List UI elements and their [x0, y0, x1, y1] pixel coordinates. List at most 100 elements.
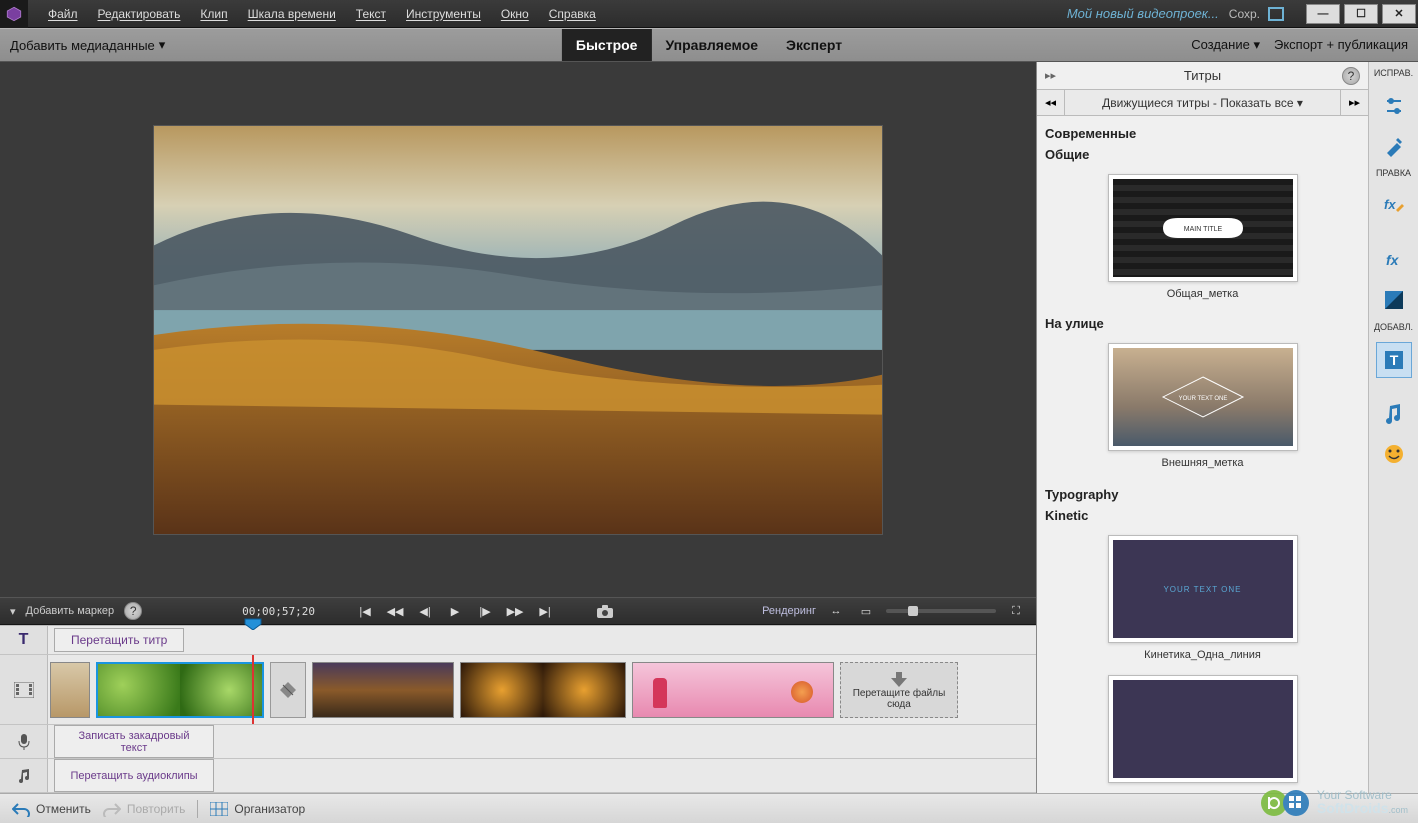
goto-end-button[interactable]: ▶|	[535, 603, 555, 619]
add-media-button[interactable]: Добавить медиаданные ▾	[10, 37, 165, 53]
transitions-icon[interactable]	[1376, 282, 1412, 318]
fullscreen-icon[interactable]: ⛶	[1006, 603, 1026, 619]
svg-text:T: T	[1389, 352, 1398, 368]
title-preset[interactable]	[1045, 675, 1360, 783]
nav-fwd-button[interactable]: ▸▸	[1340, 90, 1368, 115]
window-controls: — ☐ ✕	[1304, 2, 1418, 26]
step-back-button[interactable]: ◀|	[415, 603, 435, 619]
subcategory-heading: На улице	[1045, 314, 1360, 337]
clip-3[interactable]	[312, 662, 454, 718]
chevron-down-icon: ▾	[159, 37, 166, 53]
rendering-label[interactable]: Рендеринг	[762, 605, 816, 617]
tools-icon[interactable]	[1376, 128, 1412, 164]
play-button[interactable]: ▶	[445, 603, 465, 619]
title-preset[interactable]: MAIN TITLE Общая_метка	[1045, 174, 1360, 300]
preset-caption: Внешняя_метка	[1162, 457, 1244, 469]
adjust-tool-icon[interactable]	[1376, 88, 1412, 124]
panel-title: Титры	[1184, 68, 1221, 83]
mode-tab-expert[interactable]: Эксперт	[772, 29, 856, 61]
goto-start-button[interactable]: |◀	[355, 603, 375, 619]
fullscreen-icon[interactable]	[1268, 7, 1284, 21]
grid-icon	[210, 802, 228, 816]
collapse-icon[interactable]: ▸▸	[1045, 69, 1056, 82]
menu-edit[interactable]: Редактировать	[88, 3, 191, 25]
clip-5[interactable]	[632, 662, 834, 718]
svg-text:YOUR TEXT ONE: YOUR TEXT ONE	[1178, 396, 1227, 402]
close-button[interactable]: ✕	[1382, 4, 1416, 24]
mic-icon	[0, 725, 48, 758]
titles-panel: ▸▸ Титры ? ◂◂ Движущиеся титры - Показат…	[1036, 62, 1418, 793]
zoom-slider[interactable]	[886, 609, 996, 613]
record-narration-button[interactable]: Записать закадровый текст	[54, 725, 214, 758]
transition-icon[interactable]	[270, 662, 306, 718]
prev-frame-button[interactable]: ◀◀	[385, 603, 405, 619]
clip-1[interactable]	[50, 662, 90, 718]
svg-text:fx: fx	[1384, 197, 1396, 212]
arrow-down-icon	[889, 670, 909, 688]
titles-tool-icon[interactable]: T	[1376, 342, 1412, 378]
title-track-icon: T	[0, 626, 48, 654]
narration-track: Записать закадровый текст	[0, 725, 1036, 759]
mode-tab-guided[interactable]: Управляемое	[651, 29, 772, 61]
fx-icon[interactable]: fx	[1376, 242, 1412, 278]
redo-icon	[103, 801, 121, 817]
titlebar: Файл Редактировать Клип Шкала времени Те…	[0, 0, 1418, 28]
playhead-handle[interactable]	[244, 618, 262, 630]
drop-zone[interactable]: Перетащите файлы сюда	[840, 662, 958, 718]
timecode: 00;00;57;20	[242, 605, 315, 618]
title-preset[interactable]: YOUR TEXT ONE Кинетика_Одна_линия	[1045, 535, 1360, 661]
step-fwd-button[interactable]: |▶	[475, 603, 495, 619]
undo-button[interactable]: Отменить	[12, 801, 91, 817]
minimize-button[interactable]: —	[1306, 4, 1340, 24]
clip-2-selected[interactable]	[96, 662, 264, 718]
redo-button[interactable]: Повторить	[103, 801, 186, 817]
menu-clip[interactable]: Клип	[190, 3, 237, 25]
maximize-button[interactable]: ☐	[1344, 4, 1378, 24]
playback-bar: ▾ Добавить маркер ? 00;00;57;20 |◀ ◀◀ ◀|…	[0, 597, 1036, 625]
edit-label: ПРАВКА	[1376, 168, 1411, 178]
menu-window[interactable]: Окно	[491, 3, 539, 25]
clip-4[interactable]	[460, 662, 626, 718]
timeline: T Перетащить титр	[0, 625, 1036, 793]
menu-text[interactable]: Текст	[346, 3, 396, 25]
category-heading: Typography	[1045, 483, 1360, 506]
preset-caption: Общая_метка	[1167, 288, 1239, 300]
menu-help[interactable]: Справка	[539, 3, 606, 25]
add-marker-button[interactable]: Добавить маркер	[26, 605, 115, 617]
fx-edit-icon[interactable]: fx	[1376, 188, 1412, 224]
title-preset[interactable]: YOUR TEXT ONE Внешняя_метка	[1045, 343, 1360, 469]
project-title: Мой новый видеопроек...	[606, 6, 1229, 21]
safe-margins-icon[interactable]: ▭	[856, 603, 876, 619]
audio-tool-icon[interactable]	[1376, 396, 1412, 432]
loop-icon[interactable]: ↔	[826, 603, 846, 619]
menu-tools[interactable]: Инструменты	[396, 3, 491, 25]
export-button[interactable]: Экспорт + публикация	[1274, 37, 1408, 53]
help-icon[interactable]: ?	[124, 602, 142, 620]
svg-text:MAIN TITLE: MAIN TITLE	[1183, 226, 1222, 233]
menubar: Файл Редактировать Клип Шкала времени Те…	[38, 3, 606, 25]
add-label: ДОБАВЛ.	[1374, 322, 1413, 332]
titles-list[interactable]: Современные Общие MAIN TITLE Общая_метка…	[1037, 116, 1368, 793]
mode-tab-quick[interactable]: Быстрое	[562, 29, 652, 61]
category-heading: Современные	[1045, 122, 1360, 145]
organizer-button[interactable]: Организатор	[210, 802, 305, 816]
menu-file[interactable]: Файл	[38, 3, 88, 25]
help-icon[interactable]: ?	[1342, 67, 1360, 85]
mode-tabs: Быстрое Управляемое Эксперт	[562, 29, 856, 61]
menu-timeline[interactable]: Шкала времени	[238, 3, 346, 25]
drag-title-button[interactable]: Перетащить титр	[54, 628, 184, 652]
nav-back-button[interactable]: ◂◂	[1037, 90, 1065, 115]
video-track: Перетащите файлы сюда	[0, 655, 1036, 725]
nav-breadcrumb[interactable]: Движущиеся титры - Показать все ▾	[1065, 96, 1340, 110]
save-label[interactable]: Сохр.	[1229, 7, 1260, 21]
create-menu[interactable]: Создание ▾	[1191, 37, 1260, 53]
drag-audio-button[interactable]: Перетащить аудиоклипы	[54, 759, 214, 792]
preview-image	[153, 125, 883, 535]
subcategory-heading: Общие	[1045, 145, 1360, 168]
footer-bar: Отменить Повторить Организатор	[0, 793, 1418, 823]
graphics-tool-icon[interactable]	[1376, 436, 1412, 472]
camera-icon[interactable]	[595, 603, 615, 619]
next-frame-button[interactable]: ▶▶	[505, 603, 525, 619]
fix-label: ИСПРАВ.	[1374, 68, 1413, 78]
chevron-down-icon[interactable]: ▾	[10, 605, 16, 618]
